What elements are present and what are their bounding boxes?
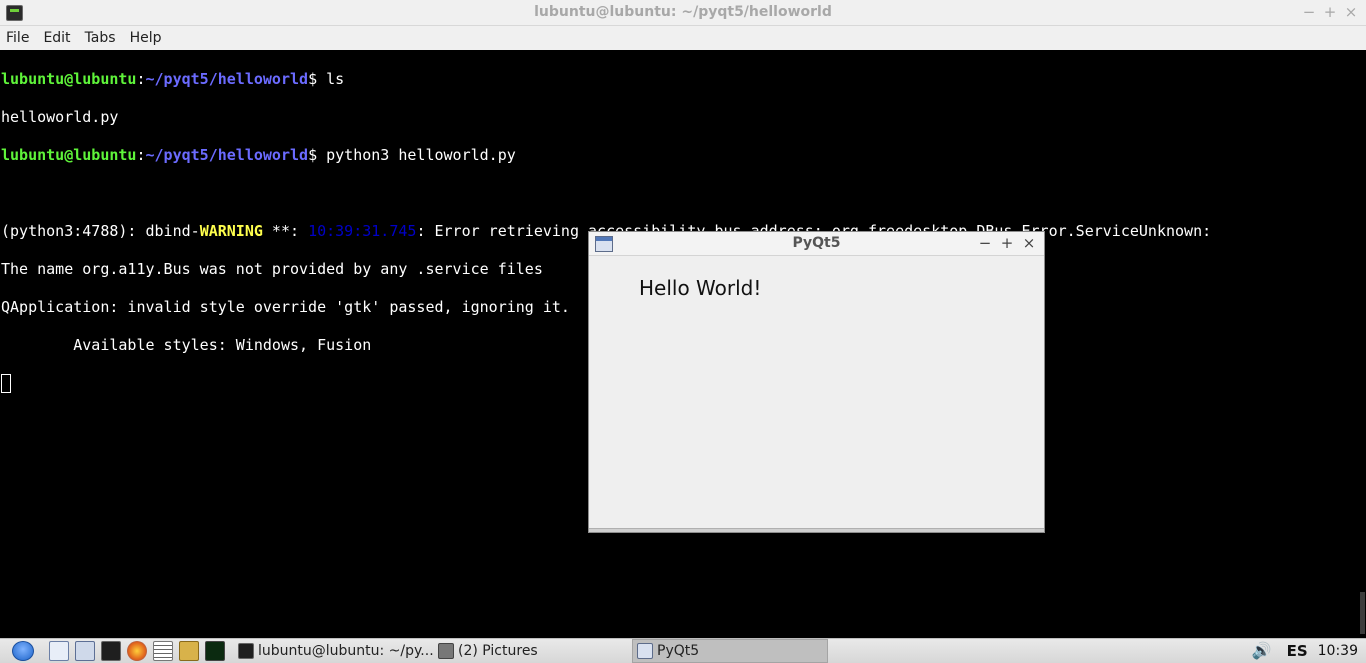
prompt-separator: :	[136, 146, 146, 164]
pyqt-window[interactable]: PyQt5 − + × Hello World!	[588, 231, 1045, 533]
task-pyqt5[interactable]: PyQt5	[632, 639, 828, 663]
prompt-user: lubuntu@lubuntu	[1, 70, 137, 88]
maximize-icon[interactable]: +	[1321, 3, 1339, 21]
close-icon[interactable]: ×	[1342, 3, 1360, 21]
system-monitor-icon	[205, 641, 225, 661]
window-icon	[637, 643, 653, 659]
window-bottom-border	[589, 528, 1044, 532]
prompt-path: ~/pyqt5/helloworld	[145, 70, 309, 88]
task-pictures[interactable]: (2) Pictures	[434, 639, 632, 663]
warning-prefix: (python3:4788): dbind-	[1, 222, 200, 240]
pyqt-titlebar[interactable]: PyQt5 − + ×	[589, 232, 1044, 256]
clock[interactable]: 10:39	[1318, 643, 1358, 659]
terminal-line: lubuntu@lubuntu:~/pyqt5/helloworld$ ls	[1, 70, 1358, 89]
terminal-titlebar[interactable]: lubuntu@lubuntu: ~/pyqt5/helloworld − + …	[0, 0, 1366, 26]
launcher-image-viewer[interactable]	[176, 639, 202, 663]
hello-label: Hello World!	[639, 276, 762, 300]
launcher-text-editor[interactable]	[150, 639, 176, 663]
terminal-line: lubuntu@lubuntu:~/pyqt5/helloworld$ pyth…	[1, 146, 1358, 165]
launcher-system-monitor[interactable]	[202, 639, 228, 663]
volume-icon[interactable]: 🔊	[1251, 641, 1273, 661]
prompt-separator: :	[136, 70, 146, 88]
minimize-icon[interactable]: −	[976, 234, 994, 252]
menu-edit[interactable]: Edit	[36, 26, 77, 50]
file-manager-icon	[75, 641, 95, 661]
launcher-file-manager[interactable]	[72, 639, 98, 663]
terminal-scrollbar[interactable]	[1358, 50, 1366, 638]
warning-mid: **:	[262, 222, 309, 240]
prompt-user: lubuntu@lubuntu	[1, 146, 137, 164]
warning-word: WARNING	[199, 222, 263, 240]
minimize-icon[interactable]: −	[1300, 3, 1318, 21]
terminal-menubar: File Edit Tabs Help	[0, 26, 1366, 50]
launcher-firefox[interactable]	[124, 639, 150, 663]
menu-tabs[interactable]: Tabs	[78, 26, 123, 50]
lubuntu-logo-icon	[12, 641, 34, 661]
scrollbar-thumb[interactable]	[1360, 592, 1365, 634]
launcher-show-desktop[interactable]	[46, 639, 72, 663]
keyboard-layout[interactable]: ES	[1287, 642, 1308, 660]
prompt-end: $	[308, 70, 327, 88]
task-label: (2) Pictures	[458, 643, 538, 659]
terminal-line: helloworld.py	[1, 108, 119, 126]
command-text: python3 helloworld.py	[326, 146, 516, 164]
prompt-end: $	[308, 146, 327, 164]
start-menu-button[interactable]	[0, 639, 46, 663]
image-viewer-icon	[179, 641, 199, 661]
folder-icon	[438, 643, 454, 659]
terminal-icon	[101, 641, 121, 661]
taskbar: lubuntu@lubuntu: ~/py... (2) Pictures Py…	[0, 638, 1366, 663]
terminal-cursor	[1, 374, 11, 393]
task-label: PyQt5	[657, 643, 700, 659]
task-terminal[interactable]: lubuntu@lubuntu: ~/py...	[234, 639, 434, 663]
close-icon[interactable]: ×	[1020, 234, 1038, 252]
prompt-path: ~/pyqt5/helloworld	[145, 146, 309, 164]
system-tray: 🔊 ES 10:39	[1251, 639, 1366, 663]
menu-file[interactable]: File	[0, 26, 36, 50]
terminal-icon	[238, 643, 254, 659]
command-text: ls	[326, 70, 345, 88]
terminal-window-title: lubuntu@lubuntu: ~/pyqt5/helloworld	[534, 4, 832, 20]
desktop-icon	[49, 641, 69, 661]
task-label: lubuntu@lubuntu: ~/py...	[258, 643, 434, 659]
maximize-icon[interactable]: +	[998, 234, 1016, 252]
firefox-icon	[127, 641, 147, 661]
warning-timestamp: 10:39:31.745	[308, 222, 417, 240]
launcher-terminal[interactable]	[98, 639, 124, 663]
menu-help[interactable]: Help	[123, 26, 169, 50]
text-editor-icon	[153, 641, 173, 661]
